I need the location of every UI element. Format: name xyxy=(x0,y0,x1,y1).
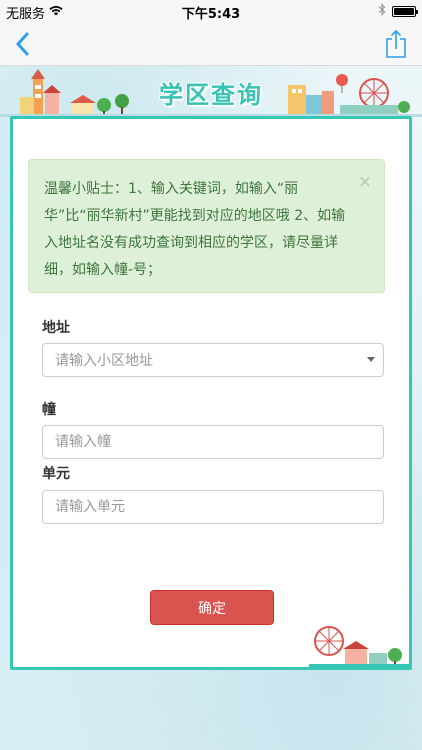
caret-down-icon xyxy=(367,357,375,362)
page-title: 学区查询 xyxy=(159,81,263,109)
address-label: 地址 xyxy=(42,320,70,336)
status-bar: 无服务 下午5:43 xyxy=(0,0,422,22)
bluetooth-icon xyxy=(378,2,386,20)
back-button[interactable] xyxy=(8,30,36,58)
nav-bar xyxy=(0,22,422,66)
submit-button[interactable]: 确定 xyxy=(150,590,274,625)
chevron-left-icon xyxy=(16,32,29,56)
building-label: 幢 xyxy=(42,402,56,418)
query-card: 温馨小贴士：1、输入关键词，如输入“丽华”比“丽华新村”更能找到对应的地区哦 2… xyxy=(10,116,412,670)
close-icon[interactable]: × xyxy=(358,174,372,191)
address-select-placeholder: 请输入小区地址 xyxy=(55,353,153,369)
unit-input[interactable] xyxy=(55,499,371,515)
address-select[interactable]: 请输入小区地址 xyxy=(42,343,384,377)
building-input[interactable] xyxy=(55,434,371,450)
building-field[interactable] xyxy=(42,425,384,459)
battery-icon xyxy=(392,6,418,17)
status-time: 下午5:43 xyxy=(181,7,241,22)
amusement-park-illustration xyxy=(309,626,409,667)
share-icon xyxy=(386,29,406,58)
unit-field[interactable] xyxy=(42,490,384,524)
banner: 学区查询 xyxy=(0,67,422,119)
tip-alert: 温馨小贴士：1、输入关键词，如输入“丽华”比“丽华新村”更能找到对应的地区哦 2… xyxy=(28,159,385,293)
share-button[interactable] xyxy=(382,28,410,60)
tip-text: 温馨小贴士：1、输入关键词，如输入“丽华”比“丽华新村”更能找到对应的地区哦 2… xyxy=(44,181,346,278)
status-right xyxy=(378,2,418,20)
unit-label: 单元 xyxy=(42,466,70,482)
